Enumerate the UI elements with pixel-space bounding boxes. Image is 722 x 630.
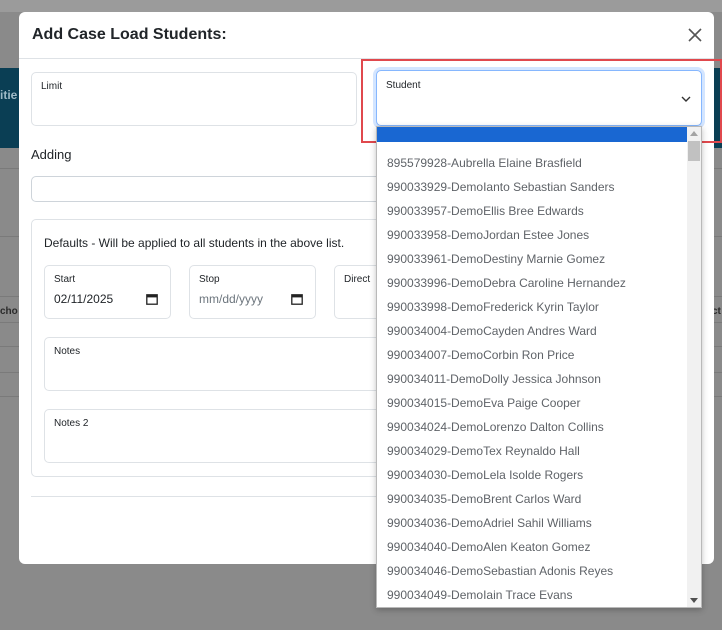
student-option[interactable]: 990034007-DemoCorbin Ron Price: [377, 343, 687, 367]
student-dropdown-list[interactable]: 895579928-Aubrella Elaine Brasfield 99003…: [376, 126, 702, 608]
student-option[interactable]: 895579928-Aubrella Elaine Brasfield: [377, 151, 687, 175]
start-date-input[interactable]: Start 02/11/2025: [44, 265, 171, 319]
student-option[interactable]: 990034036-DemoAdriel Sahil Williams: [377, 511, 687, 535]
close-button[interactable]: [685, 25, 705, 45]
scroll-down-icon[interactable]: [690, 598, 698, 603]
notes-label: Notes: [54, 346, 81, 357]
background-header-left: itie: [0, 68, 20, 148]
student-option[interactable]: 990034011-DemoDolly Jessica Johnson: [377, 367, 687, 391]
start-date-value: 02/11/2025: [54, 292, 114, 306]
student-option[interactable]: 990034024-DemoLorenzo Dalton Collins: [377, 415, 687, 439]
student-option[interactable]: 990034046-DemoSebastian Adonis Reyes: [377, 559, 687, 583]
notes2-input[interactable]: Notes 2: [44, 409, 424, 463]
student-option[interactable]: 990033996-DemoDebra Caroline Hernandez: [377, 271, 687, 295]
modal-header: Add Case Load Students:: [19, 12, 714, 59]
calendar-icon[interactable]: [146, 293, 158, 305]
student-option[interactable]: 990033929-DemoIanto Sebastian Sanders: [377, 175, 687, 199]
student-select[interactable]: Student: [376, 70, 702, 126]
student-option[interactable]: 990034015-DemoEva Paige Cooper: [377, 391, 687, 415]
notes-input[interactable]: Notes: [44, 337, 424, 391]
adding-label: Adding: [31, 147, 72, 162]
student-option[interactable]: 990034004-DemoCayden Andres Ward: [377, 319, 687, 343]
student-option[interactable]: 990034029-DemoTex Reynaldo Hall: [377, 439, 687, 463]
background-column-header: cho: [0, 306, 18, 317]
student-option[interactable]: 990034049-DemoIain Trace Evans: [377, 583, 687, 607]
modal-title: Add Case Load Students:: [32, 26, 227, 43]
calendar-icon[interactable]: [291, 293, 303, 305]
start-label: Start: [54, 274, 76, 285]
scroll-up-icon[interactable]: [690, 131, 698, 136]
stop-date-placeholder: mm/dd/yyyy: [199, 292, 264, 306]
background-top-bar: [0, 0, 722, 12]
student-option[interactable]: 990033958-DemoJordan Estee Jones: [377, 223, 687, 247]
student-option[interactable]: 990033957-DemoEllis Bree Edwards: [377, 199, 687, 223]
student-option[interactable]: 990033998-DemoFrederick Kyrin Taylor: [377, 295, 687, 319]
notes2-label: Notes 2: [54, 418, 89, 429]
dropdown-scrollbar[interactable]: [687, 127, 701, 607]
student-option[interactable]: 990034035-DemoBrent Carlos Ward: [377, 487, 687, 511]
limit-input[interactable]: Limit: [31, 72, 357, 126]
chevron-down-icon: [681, 96, 691, 102]
close-icon: [688, 28, 702, 42]
selected-empty-option[interactable]: [377, 127, 687, 142]
student-options: 895579928-Aubrella Elaine Brasfield 99003…: [377, 151, 687, 607]
stop-date-input[interactable]: Stop mm/dd/yyyy: [189, 265, 316, 319]
limit-label: Limit: [41, 81, 63, 92]
student-option[interactable]: 990034030-DemoLela Isolde Rogers: [377, 463, 687, 487]
student-option[interactable]: 990034040-DemoAlen Keaton Gomez: [377, 535, 687, 559]
direct-label: Direct: [344, 274, 371, 285]
scrollbar-thumb[interactable]: [688, 141, 700, 161]
student-option[interactable]: 990033961-DemoDestiny Marnie Gomez: [377, 247, 687, 271]
defaults-title: Defaults - Will be applied to all studen…: [44, 236, 345, 250]
stop-label: Stop: [199, 274, 220, 285]
student-label: Student: [386, 80, 421, 91]
background-fragment-text: itie: [0, 88, 18, 102]
